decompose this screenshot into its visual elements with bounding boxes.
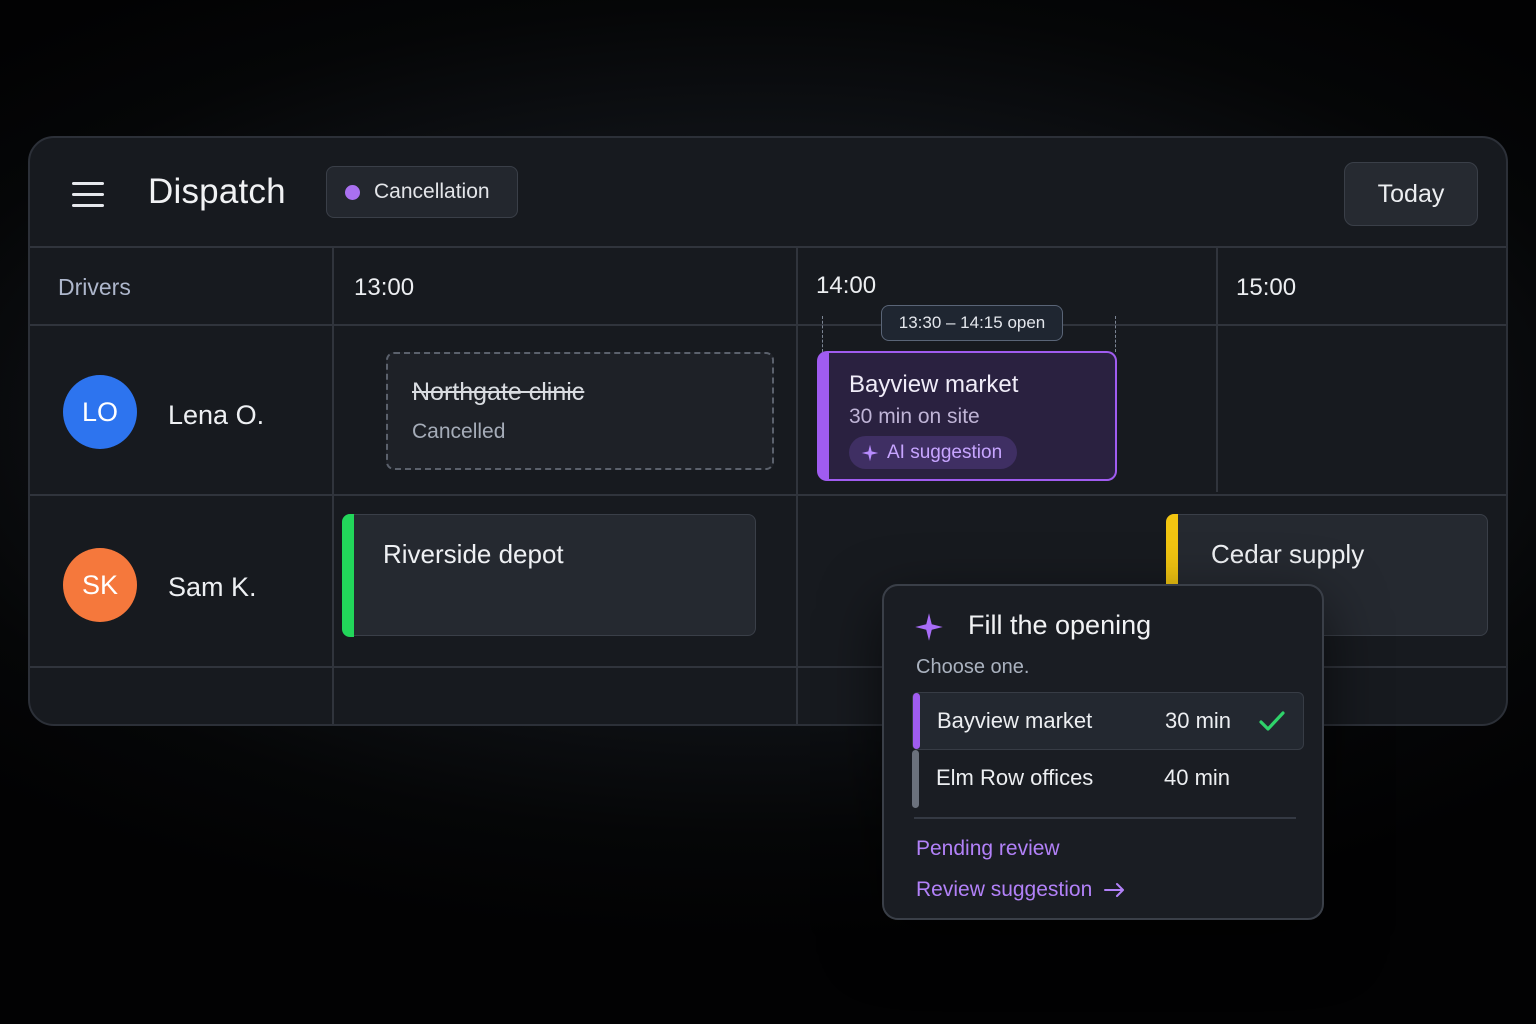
chip-label: Cancellation	[374, 180, 490, 203]
open-gap-tooltip: 13:30 – 14:15 open	[881, 305, 1063, 341]
sparkle-icon	[861, 444, 879, 461]
fill-opening-popover: Fill the opening Choose one. Bayview mar…	[882, 584, 1324, 920]
job-title: Northgate clinic	[412, 378, 585, 406]
hour-header-1300: 13:00	[354, 274, 415, 301]
job-title: Cedar supply	[1211, 539, 1365, 569]
option-bayview-market[interactable]: Bayview market 30 min	[912, 692, 1304, 750]
hamburger-menu-icon[interactable]	[72, 182, 104, 207]
divider	[914, 817, 1296, 819]
cancelled-job-card[interactable]: Northgate clinic Cancelled	[386, 352, 774, 470]
option-duration: 30 min	[1165, 708, 1232, 733]
grid-line	[30, 494, 1506, 496]
today-button[interactable]: Today	[1344, 162, 1478, 226]
status-dot-icon	[345, 184, 360, 200]
cancellation-filter-chip[interactable]: Cancellation	[326, 166, 518, 218]
avatar: LO	[63, 375, 137, 449]
avatar: SK	[63, 548, 137, 622]
arrow-right-icon	[1104, 883, 1125, 897]
option-elm-row-offices[interactable]: Elm Row offices 40 min	[912, 750, 1304, 808]
hour-header-1400: 14:00	[816, 272, 877, 299]
option-name: Bayview market	[937, 708, 1093, 733]
option-accent-bar	[912, 750, 919, 808]
header: Dispatch Cancellation Today	[30, 138, 1506, 246]
sparkle-icon	[915, 613, 943, 641]
gap-end-marker	[1115, 316, 1116, 352]
option-duration: 40 min	[1164, 765, 1231, 790]
popover-subtitle: Choose one.	[916, 656, 1030, 678]
grid-line	[332, 246, 334, 724]
option-accent-bar	[913, 693, 920, 749]
review-suggestion-label: Review suggestion	[916, 878, 1093, 901]
job-title: Bayview market	[849, 371, 1019, 398]
job-duration: 30 min on site	[849, 405, 980, 428]
driver-name-lena: Lena O.	[168, 400, 265, 430]
grid-line	[30, 324, 1506, 326]
review-suggestion-link[interactable]: Review suggestion	[916, 878, 1126, 902]
grid-line	[30, 246, 1506, 248]
gap-start-marker	[822, 316, 823, 352]
ai-suggestion-badge: AI suggestion	[849, 436, 1018, 469]
job-accent-bar	[341, 513, 354, 637]
popover-title: Fill the opening	[968, 610, 1152, 640]
grid-line	[1216, 246, 1218, 492]
checkmark-icon	[1259, 711, 1285, 731]
driver-name-sam: Sam K.	[168, 572, 257, 602]
option-name: Elm Row offices	[936, 765, 1094, 790]
riverside-job-card[interactable]: Riverside depot	[341, 513, 756, 637]
page-title: Dispatch	[148, 172, 286, 211]
hour-header-1500: 15:00	[1236, 274, 1297, 301]
job-status: Cancelled	[412, 420, 506, 443]
grid-line	[796, 246, 798, 724]
pending-review-status: Pending review	[916, 837, 1060, 860]
drivers-column-header: Drivers	[58, 274, 131, 300]
badge-label: AI suggestion	[887, 441, 1003, 463]
job-title: Riverside depot	[383, 539, 564, 569]
ai-suggested-job-card[interactable]: Bayview market 30 min on site AI suggest…	[817, 351, 1117, 481]
